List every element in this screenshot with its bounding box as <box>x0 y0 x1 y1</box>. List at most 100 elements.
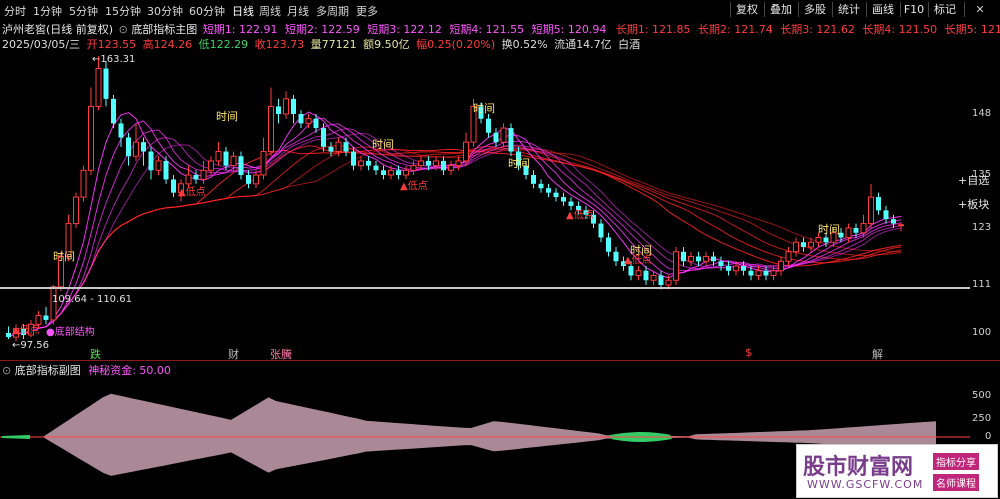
stock-title: 泸州老窖(日线 前复权) <box>2 23 114 36</box>
watermark-logo: 股市财富网 WWW.GSCFW.COM 指标分享 名师课程 <box>796 444 998 498</box>
candle-body <box>635 270 642 276</box>
time-label: 时间 <box>53 250 75 263</box>
add-watchlist-button[interactable]: +自选 <box>958 172 989 188</box>
low-point-label: ▲低点 <box>566 208 594 221</box>
candle-body <box>155 160 162 171</box>
tab-multi-period[interactable]: 多周期 <box>316 3 349 19</box>
candle-body <box>486 118 491 133</box>
candle-body <box>6 333 11 338</box>
candle-body <box>133 141 139 157</box>
tab-5min[interactable]: 5分钟 <box>69 3 98 19</box>
draw-line-button[interactable]: 画线 <box>866 2 899 17</box>
candle-body <box>508 128 514 152</box>
tab-timeshare[interactable]: 分时 <box>4 3 26 19</box>
candle-body <box>418 160 424 167</box>
candle-body <box>845 227 852 238</box>
time-label: 时间 <box>818 223 840 236</box>
long-ma-2: 长期2: 121.74 <box>698 23 773 36</box>
tab-60min[interactable]: 60分钟 <box>189 3 225 19</box>
candle-body <box>246 175 251 184</box>
short-ma-4: 短期4: 121.55 <box>449 23 525 36</box>
sub-axis-label: 250 <box>972 413 992 424</box>
candle-body <box>598 223 604 238</box>
candle-body <box>741 266 746 271</box>
sub-axis-label: 0 <box>985 431 992 442</box>
watermark-tag-share: 指标分享 <box>933 453 979 470</box>
candle-body <box>860 223 867 234</box>
long-ma-1: 长期1: 121.85 <box>615 23 691 36</box>
candle-body <box>291 98 296 114</box>
high-price-label: ←163.31 <box>92 54 135 65</box>
tab-daily[interactable]: 日线 <box>232 3 254 19</box>
tab-15min[interactable]: 15分钟 <box>105 3 141 19</box>
candle-body <box>268 105 274 153</box>
short-ma-5: 短期5: 120.94 <box>531 23 607 36</box>
candle-body <box>755 270 762 276</box>
candle-body <box>688 256 694 262</box>
title-row: 泸州老窖(日线 前复权) ⊙ 底部指标主图 短期1: 122.91 短期2: 1… <box>2 21 1000 37</box>
indicator-name[interactable]: 底部指标主图 <box>131 23 197 36</box>
low-price-label: ←97.56 <box>12 340 49 351</box>
bottom-structure-label: ●底部结构 <box>46 325 95 338</box>
short-ma-line <box>8 127 902 338</box>
mark-button[interactable]: 标记 <box>928 2 961 17</box>
candle-body <box>388 169 394 176</box>
tab-1min[interactable]: 1分钟 <box>33 3 62 19</box>
candle-body <box>366 160 371 166</box>
fuquan-button[interactable]: 复权 <box>730 2 763 17</box>
candle-body <box>351 151 356 166</box>
long-ma-line <box>8 144 902 338</box>
long-ma-5: 长期5: 121.40 <box>944 23 1000 36</box>
candle-body <box>410 165 417 171</box>
time-label: 时间 <box>473 102 495 115</box>
candle-body <box>658 275 664 285</box>
sub-axis-label: 500 <box>972 390 992 401</box>
candle-body <box>73 196 79 225</box>
candle-body <box>815 237 822 243</box>
candle-body <box>883 210 889 220</box>
long-ma-4: 长期4: 121.50 <box>862 23 938 36</box>
tab-30min[interactable]: 30分钟 <box>147 3 183 19</box>
candle-body <box>568 201 574 206</box>
candle-body <box>553 192 559 198</box>
pane-divider <box>0 360 1000 361</box>
candle-body <box>103 68 109 99</box>
candle-body <box>185 174 192 185</box>
overlay-button[interactable]: 叠加 <box>764 2 797 17</box>
tab-weekly[interactable]: 周线 <box>259 3 281 19</box>
candle-body <box>538 183 544 189</box>
tab-monthly[interactable]: 月线 <box>287 3 309 19</box>
candle-body <box>703 256 709 262</box>
candle-body <box>726 266 731 271</box>
candle-body <box>733 265 739 272</box>
candle-body <box>148 151 154 171</box>
indicator-settings-icon[interactable]: ⊙ <box>119 23 128 36</box>
candle-body <box>613 251 619 262</box>
candle-body <box>808 241 814 248</box>
candle-body <box>493 132 499 143</box>
time-label: 时间 <box>372 138 394 151</box>
candle-body <box>426 160 431 166</box>
close-icon[interactable]: ✕ <box>964 2 995 17</box>
event-marker[interactable]: $ <box>745 346 752 359</box>
candlestick-chart[interactable]: ←163.31←97.56109.64 - 110.61●底部结构时间时间时间时… <box>0 50 970 360</box>
candle-body <box>531 175 536 184</box>
mystery-fund-green-area <box>2 435 30 439</box>
candle-body <box>223 151 229 166</box>
period-toolbar: 分时 1分钟 5分钟 15分钟 30分钟 60分钟 日线 周线 月线 多周期 更… <box>0 0 1000 20</box>
candle-body <box>373 165 379 171</box>
low-point-label: ▲低点 <box>12 323 40 336</box>
candle-body <box>868 196 874 225</box>
f10-button[interactable]: F10 <box>900 2 927 17</box>
candle-body <box>305 118 312 124</box>
tab-more[interactable]: 更多 <box>356 3 378 19</box>
candle-body <box>763 270 769 276</box>
candle-body <box>95 68 102 107</box>
multi-stock-button[interactable]: 多股 <box>798 2 831 17</box>
candle-body <box>283 98 289 115</box>
candle-body <box>793 241 799 253</box>
add-sector-button[interactable]: +板块 <box>958 196 989 212</box>
stats-button[interactable]: 统计 <box>832 2 865 17</box>
watermark-url: WWW.GSCFW.COM <box>807 478 924 491</box>
candle-body <box>215 151 222 162</box>
